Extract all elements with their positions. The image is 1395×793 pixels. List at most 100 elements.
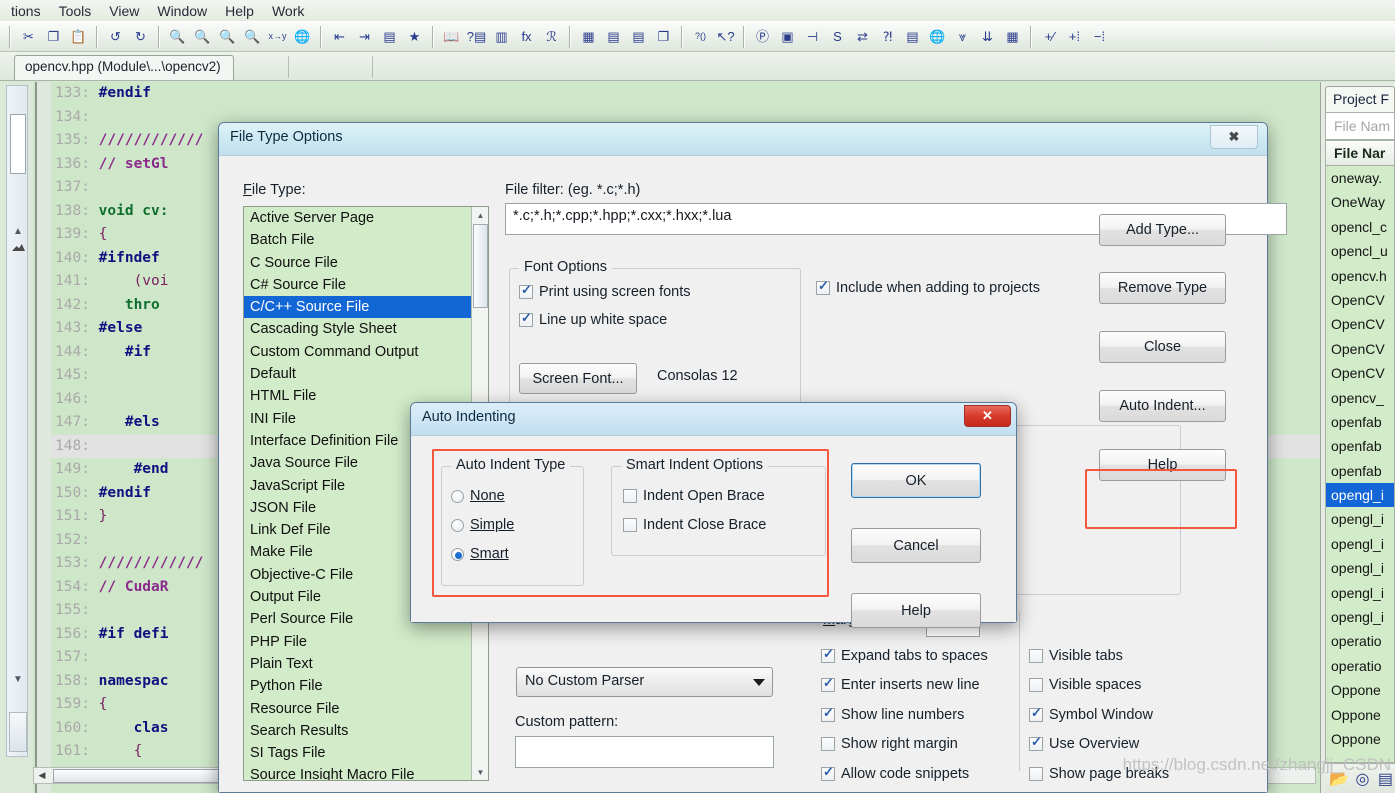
custom-parser-combo[interactable]: No Custom Parser (516, 667, 773, 697)
project-file-column-header[interactable]: File Nar (1325, 140, 1395, 166)
close-button[interactable]: Close (1099, 331, 1226, 363)
list-item[interactable]: opencv_ (1326, 386, 1394, 410)
open-project-icon[interactable]: 📂 (1329, 768, 1349, 790)
remove-list-icon[interactable]: −⁞ (1088, 25, 1111, 48)
list-item[interactable]: Oppone (1326, 678, 1394, 702)
undo-icon[interactable]: ↺ (104, 25, 127, 48)
list-item[interactable]: Source Insight Macro File (244, 764, 471, 780)
fx-up-icon[interactable]: fx (515, 25, 538, 48)
scroll-thumb[interactable] (473, 224, 488, 308)
list-item[interactable]: operatio (1326, 654, 1394, 678)
list-item[interactable]: Python File (244, 675, 471, 697)
relation-window-icon[interactable]: ⇄ (851, 25, 874, 48)
visible-tabs-checkbox[interactable]: Visible tabs (1029, 648, 1123, 664)
list-item[interactable]: Cascading Style Sheet (244, 318, 471, 340)
menu-item-help[interactable]: Help (216, 2, 263, 20)
overview-secondary-thumb[interactable] (9, 712, 27, 752)
sync-project-icon[interactable]: ◎ (1353, 768, 1372, 790)
ok-button[interactable]: OK (851, 463, 981, 498)
close-icon[interactable]: ✖ (1210, 125, 1258, 149)
increase-font-icon[interactable]: +⁄ (1038, 25, 1061, 48)
list-item[interactable]: Batch File (244, 229, 471, 251)
cancel-button[interactable]: Cancel (851, 528, 981, 563)
web-search-icon[interactable]: 🌐 (291, 25, 314, 48)
auto-indent-button[interactable]: Auto Indent... (1099, 390, 1226, 422)
project-settings-icon[interactable]: ▤ (1376, 768, 1395, 790)
context-window-icon[interactable]: ⊣ (801, 25, 824, 48)
list-item[interactable]: openfab (1326, 410, 1394, 434)
copy-icon[interactable]: ❐ (42, 25, 65, 48)
code-line[interactable]: 133: #endif (51, 82, 1320, 106)
auto-indenting-titlebar[interactable]: Auto Indenting ✕ (411, 403, 1016, 435)
overview-scrollbar[interactable]: ▲ ▼ (6, 85, 28, 757)
replace-xy-icon[interactable]: x→y (266, 25, 289, 48)
search-icon[interactable]: 🔍 (166, 25, 189, 48)
comment-block-icon[interactable]: ▤ (378, 25, 401, 48)
list-item[interactable]: OpenCV (1326, 337, 1394, 361)
help-button[interactable]: Help (851, 593, 981, 628)
indent-left-icon[interactable]: ⇤ (328, 25, 351, 48)
list-item[interactable]: Oppone (1326, 703, 1394, 727)
book-browse-icon[interactable]: 📖 (440, 25, 463, 48)
scroll-down-arrow[interactable]: ▼ (472, 764, 488, 780)
symbol-list-icon[interactable]: S (826, 25, 849, 48)
menu-item-tools[interactable]: Tools (50, 2, 101, 20)
list-item[interactable]: Search Results (244, 720, 471, 742)
menu-item-view[interactable]: View (100, 2, 148, 20)
indent-right-icon[interactable]: ⇥ (353, 25, 376, 48)
redo-icon[interactable]: ↻ (129, 25, 152, 48)
menu-item-tions[interactable]: tions (2, 2, 50, 20)
auto-indent-radio-smart[interactable]: Smart (451, 546, 509, 562)
show-line-numbers-checkbox[interactable]: Show line numbers (821, 705, 964, 723)
split-horizontal-icon[interactable]: ▤ (627, 25, 650, 48)
clipboard-window-icon[interactable]: ▤ (901, 25, 924, 48)
add-list-icon[interactable]: +⁞ (1063, 25, 1086, 48)
sort-icon[interactable]: ⩔ (951, 25, 974, 48)
menu-item-window[interactable]: Window (148, 2, 216, 20)
editor-fold-gutter[interactable] (37, 82, 51, 793)
list-item[interactable]: Oppone (1326, 727, 1394, 751)
scroll-down-arrow[interactable]: ▼ (11, 674, 25, 685)
menu-item-work[interactable]: Work (263, 2, 313, 20)
line-up-white-space-checkbox[interactable]: Line up white space (519, 310, 667, 328)
search-up-icon[interactable]: 🔍 (191, 25, 214, 48)
visible-spaces-checkbox[interactable]: Visible spaces (1029, 677, 1141, 693)
list-item[interactable]: Custom Command Output (244, 341, 471, 363)
list-item[interactable]: Resource File (244, 698, 471, 720)
auto-indent-radio-none[interactable]: None (451, 488, 505, 504)
search-files-icon[interactable]: 🔍 (241, 25, 264, 48)
list-item[interactable]: opencv.h (1326, 264, 1394, 288)
list-item[interactable]: Active Server Page (244, 207, 471, 229)
tile-windows-icon[interactable]: ▦ (577, 25, 600, 48)
symbol-window-icon[interactable]: ▣ (776, 25, 799, 48)
list-item[interactable]: openfab (1326, 459, 1394, 483)
list-item[interactable]: opengl_i (1326, 507, 1394, 531)
list-item[interactable]: C Source File (244, 252, 471, 274)
document-tab-opencv-hpp[interactable]: opencv.hpp (Module\...\opencv2) (14, 55, 234, 80)
close-icon[interactable]: ✕ (964, 405, 1011, 427)
scroll-up-arrow[interactable]: ▲ (11, 226, 25, 237)
list-item[interactable]: opengl_i (1326, 581, 1394, 605)
list-item[interactable]: OpenCV (1326, 361, 1394, 385)
list-item[interactable]: opengl_i (1326, 605, 1394, 629)
list-item[interactable]: OneWay (1326, 190, 1394, 214)
file-type-options-titlebar[interactable]: File Type Options ✖ (219, 123, 1267, 155)
smart-indent-checkbox-1[interactable]: Indent Open Brace (623, 488, 765, 504)
allow-code-snippets-checkbox[interactable]: Allow code snippets (821, 764, 969, 782)
cut-icon[interactable]: ✂ (17, 25, 40, 48)
list-item[interactable]: PHP File (244, 631, 471, 653)
compare-icon[interactable]: ⇊ (976, 25, 999, 48)
project-window-icon[interactable]: Ⓟ (751, 25, 774, 48)
list-item[interactable]: operatio (1326, 629, 1394, 653)
list-item[interactable]: Default (244, 363, 471, 385)
use-overview-checkbox[interactable]: Use Overview (1029, 734, 1139, 752)
remove-type-button[interactable]: Remove Type (1099, 272, 1226, 304)
show-page-breaks-checkbox[interactable]: Show page breaks (1029, 766, 1169, 782)
screen-font-button[interactable]: Screen Font... (519, 363, 637, 394)
print-using-screen-fonts-checkbox[interactable]: Print using screen fonts (519, 282, 691, 300)
reference-icon[interactable]: ▥ (490, 25, 513, 48)
regex-icon[interactable]: ℛ (540, 25, 563, 48)
single-window-icon[interactable]: ▤ (602, 25, 625, 48)
symbol-info-icon[interactable]: ?▤ (465, 25, 488, 48)
list-item[interactable]: C# Source File (244, 274, 471, 296)
